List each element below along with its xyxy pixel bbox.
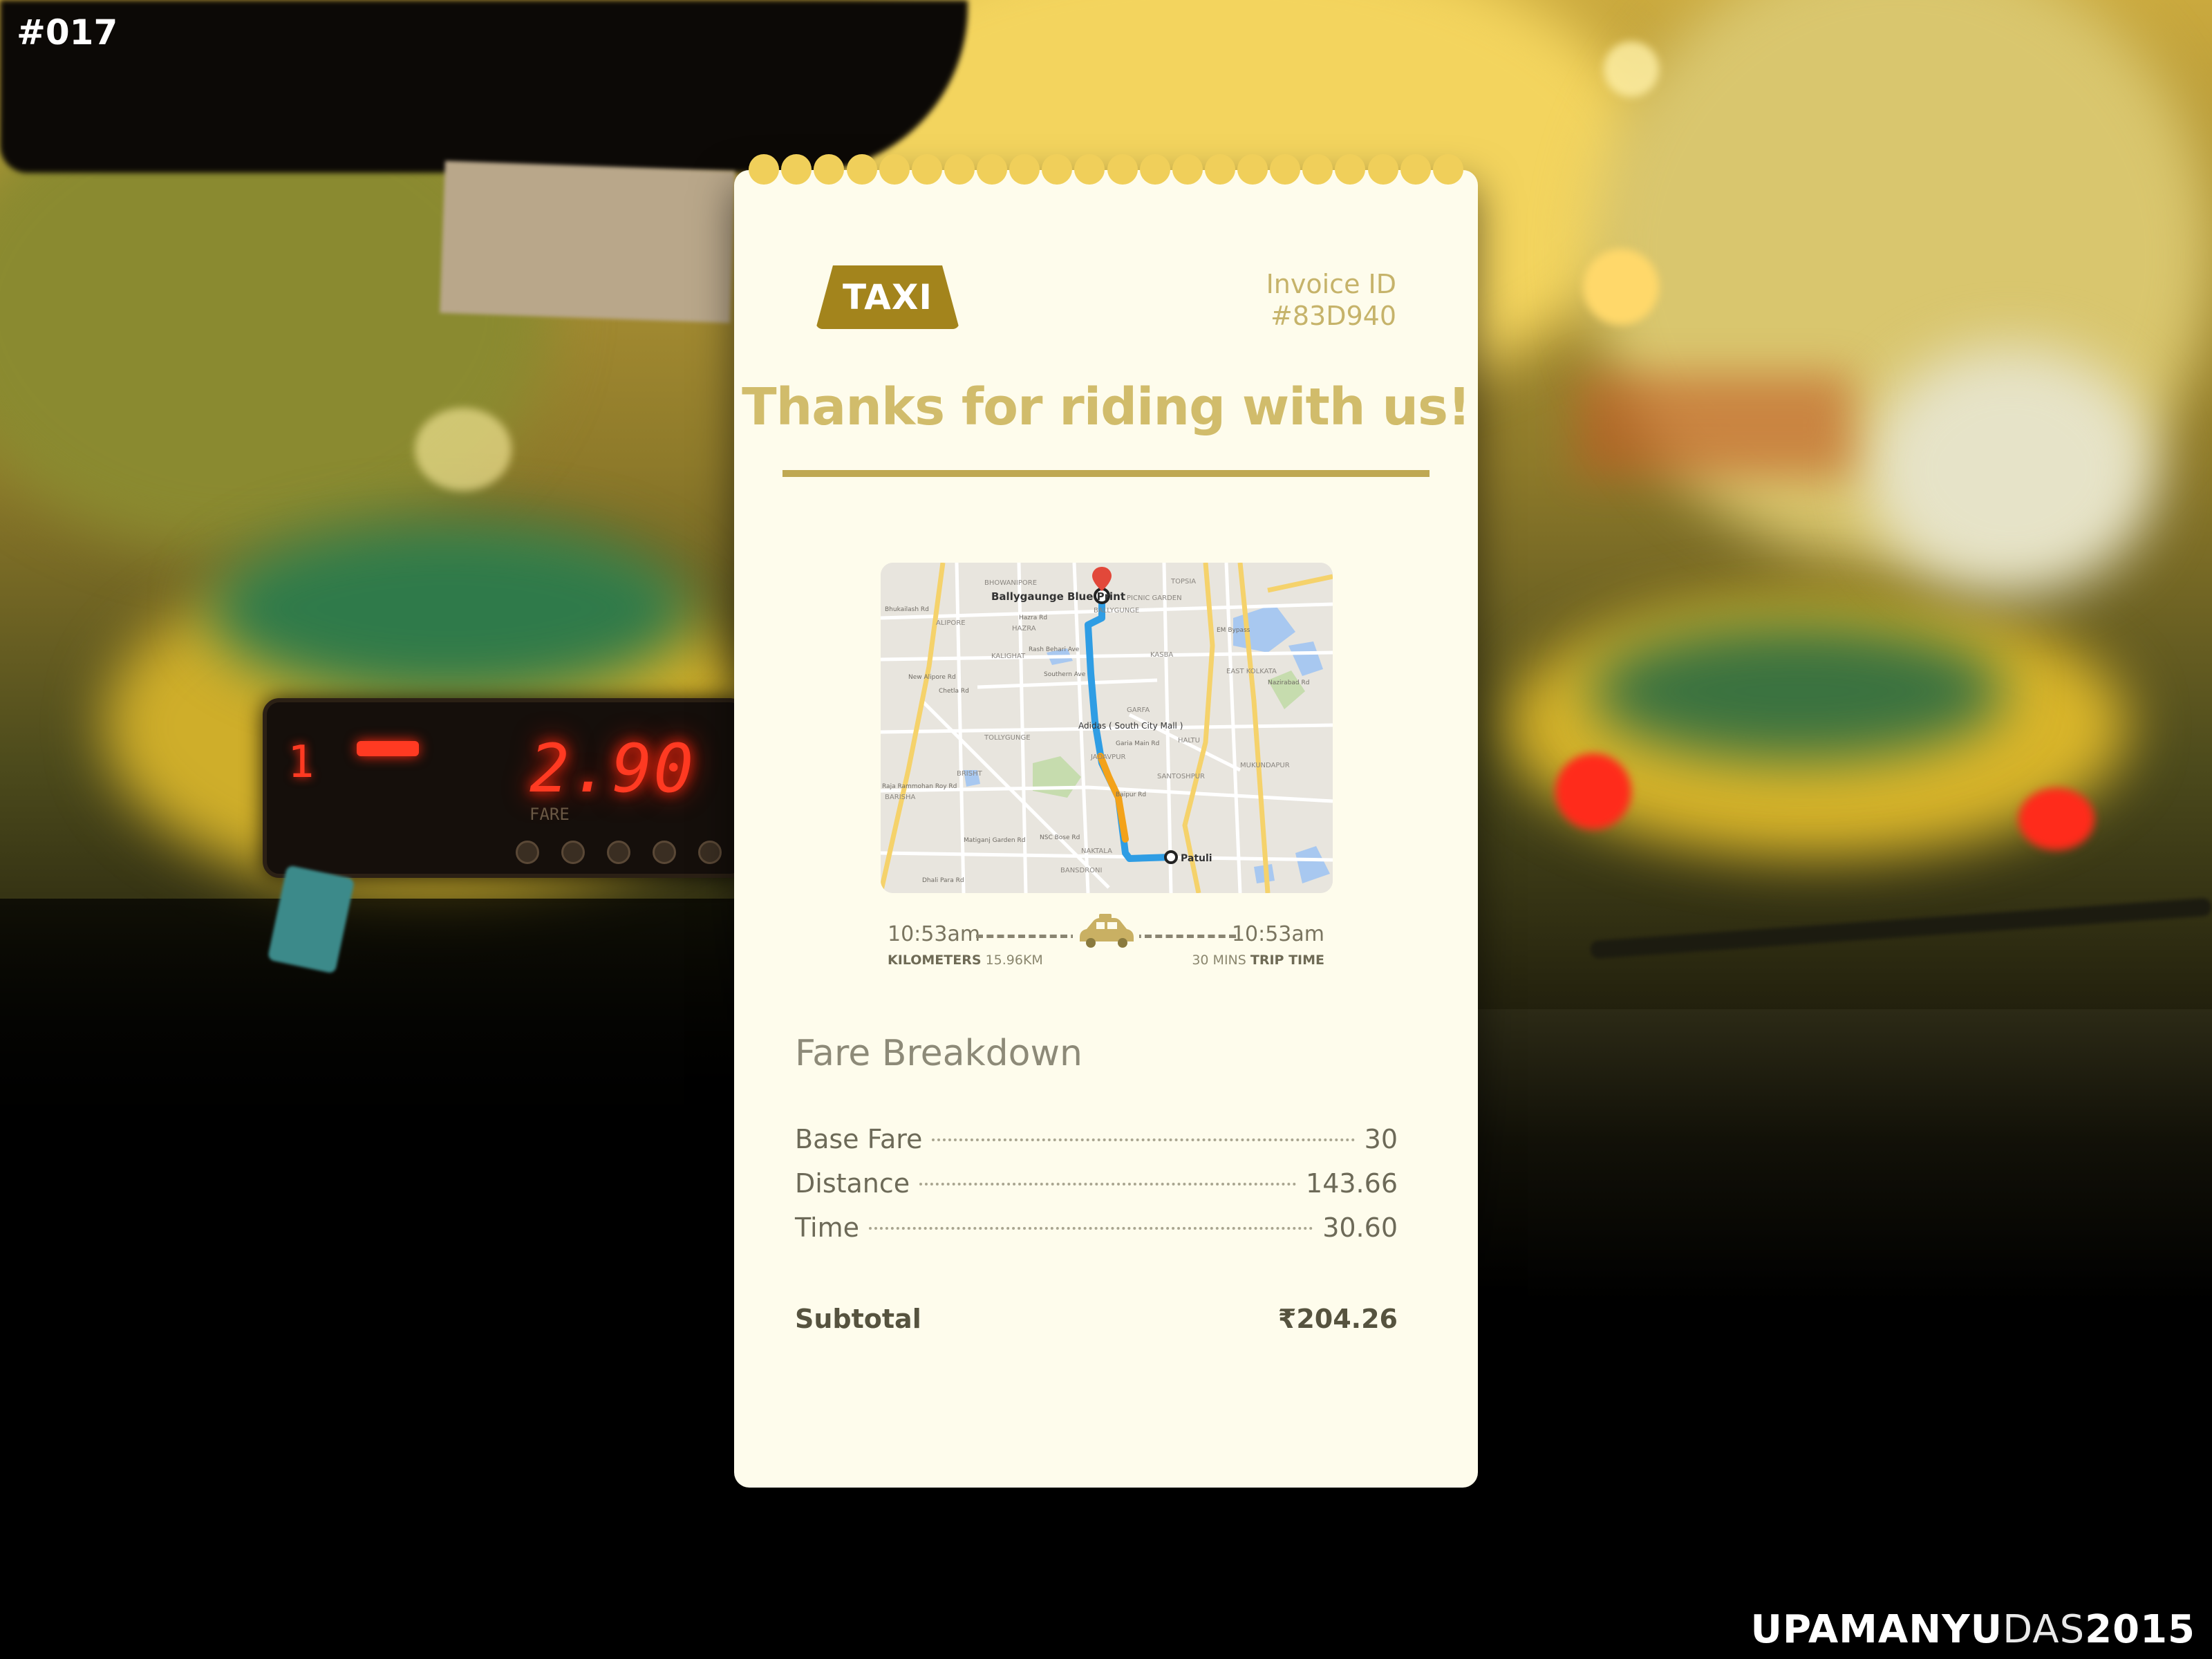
author-signature: UPAMANYUDAS2015	[1750, 1607, 2195, 1652]
meter-small-digit: 1	[288, 737, 315, 788]
subtotal-label: Subtotal	[795, 1304, 921, 1334]
taxi-cab-icon	[1073, 914, 1139, 953]
meter-fare-display: 2.90	[529, 730, 695, 807]
svg-text:Bhukailash Rd: Bhukailash Rd	[885, 606, 929, 613]
fare-row-base: Base Fare 30	[795, 1124, 1398, 1154]
svg-text:ALIPORE: ALIPORE	[936, 619, 966, 627]
map-dropoff-label: Patuli	[1181, 853, 1212, 864]
svg-text:SANTOSHPUR: SANTOSHPUR	[1157, 773, 1205, 780]
taxi-badge: TAXI	[816, 265, 959, 329]
taxi-meter: 1 2.90 FARE	[263, 698, 747, 878]
thank-you-headline: Thanks for riding with us!	[742, 377, 1471, 437]
invoice-id: #83D940	[1271, 301, 1396, 331]
svg-text:EM Bypass: EM Bypass	[1217, 627, 1250, 634]
svg-text:Garia Main Rd: Garia Main Rd	[1116, 740, 1159, 747]
svg-text:Matiganj Garden Rd: Matiganj Garden Rd	[964, 837, 1025, 844]
svg-text:TOPSIA: TOPSIA	[1170, 578, 1196, 585]
trip-start-time: 10:53am	[888, 922, 981, 946]
svg-text:Raja Rammohan Roy Rd: Raja Rammohan Roy Rd	[882, 783, 957, 790]
invoice-label: Invoice ID	[1266, 269, 1396, 299]
svg-text:EAST KOLKATA: EAST KOLKATA	[1226, 668, 1277, 675]
trip-duration: 30 MINS TRIP TIME	[1192, 953, 1324, 968]
fare-row-distance: Distance 143.66	[795, 1168, 1398, 1199]
svg-text:KASBA: KASBA	[1150, 651, 1173, 659]
svg-text:BARISHA: BARISHA	[885, 794, 915, 801]
svg-text:BHOWANIPORE: BHOWANIPORE	[984, 579, 1037, 587]
svg-text:BRISHT: BRISHT	[957, 770, 983, 778]
svg-text:HALTU: HALTU	[1178, 737, 1200, 744]
svg-text:KALIGHAT: KALIGHAT	[991, 653, 1026, 660]
headline-divider	[782, 470, 1430, 477]
shot-number: #017	[17, 12, 118, 53]
svg-text:GARFA: GARFA	[1127, 706, 1150, 714]
svg-text:BANSDRONI: BANSDRONI	[1060, 867, 1102, 874]
svg-text:MUKUNDAPUR: MUKUNDAPUR	[1240, 762, 1290, 769]
svg-text:BALLYGUNGE: BALLYGUNGE	[1094, 607, 1139, 615]
fare-row-time: Time 30.60	[795, 1212, 1398, 1243]
map-midpoint-label: Adidas ( South City Mall )	[1078, 721, 1183, 731]
route-map[interactable]: Ballygaunge Blue Print Adidas ( South Ci…	[881, 563, 1333, 893]
subtotal-row: Subtotal ₹204.26	[795, 1304, 1398, 1342]
svg-text:Hazra Rd: Hazra Rd	[1019, 615, 1047, 621]
svg-text:Dhali Para Rd: Dhali Para Rd	[922, 877, 964, 884]
subtotal-amount: ₹204.26	[1277, 1304, 1398, 1334]
svg-text:New Alipore Rd: New Alipore Rd	[908, 674, 956, 681]
receipt-card: TAXI Invoice ID #83D940 Thanks for ridin…	[734, 154, 1478, 1488]
meter-indicator	[357, 741, 419, 756]
svg-text:HAZRA: HAZRA	[1012, 625, 1036, 632]
map-pickup-label: Ballygaunge Blue Print	[991, 590, 1125, 603]
invoice-block: Invoice ID #83D940	[1266, 268, 1396, 332]
svg-text:Southern Ave: Southern Ave	[1044, 671, 1086, 678]
svg-text:NSC Bose Rd: NSC Bose Rd	[1040, 834, 1080, 841]
fare-breakdown-title: Fare Breakdown	[795, 1033, 1082, 1074]
svg-text:PICNIC GARDEN: PICNIC GARDEN	[1127, 594, 1182, 602]
meter-fare-label: FARE	[529, 805, 570, 824]
svg-text:NAKTALA: NAKTALA	[1081, 847, 1112, 855]
svg-text:Chetla Rd: Chetla Rd	[939, 688, 969, 695]
svg-text:Rash Behari Ave: Rash Behari Ave	[1029, 646, 1080, 653]
trip-distance: KILOMETERS 15.96KM	[888, 953, 1043, 968]
trip-end-time: 10:53am	[1231, 922, 1324, 946]
svg-text:JADAVPUR: JADAVPUR	[1090, 753, 1126, 761]
svg-text:TOLLYGUNGE: TOLLYGUNGE	[984, 734, 1031, 742]
svg-text:Baipur Rd: Baipur Rd	[1116, 791, 1146, 798]
svg-text:Nazirabad Rd: Nazirabad Rd	[1268, 679, 1309, 686]
receipt-perforated-edge	[734, 154, 1478, 186]
taxi-badge-label: TAXI	[842, 277, 933, 317]
meter-buttons	[516, 841, 722, 864]
